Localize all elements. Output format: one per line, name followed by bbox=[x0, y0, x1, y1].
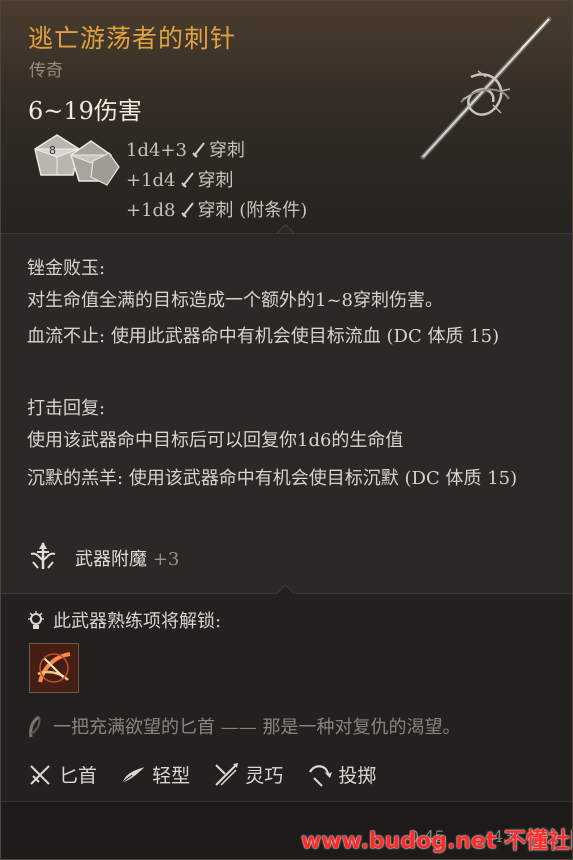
damage-dice: +1d8 bbox=[126, 200, 176, 221]
damage-line-2: +1d4 穿刺 bbox=[126, 166, 234, 192]
watermark-text: www.budog.net 不懂社区 bbox=[301, 829, 573, 854]
enchantment-value: +3 bbox=[152, 549, 180, 570]
passive-heal: 打击回复: 使用该武器命中目标后可以回复你1d6的生命值 bbox=[27, 393, 552, 457]
item-name: 逃亡游荡者的刺针 bbox=[28, 24, 237, 53]
property-dagger: 匕首 bbox=[27, 761, 97, 788]
passive-text: 对生命值全满的目标造成一个额外的1~8穿刺伤害。 bbox=[27, 290, 443, 311]
passive-label: 血流不止: bbox=[27, 326, 106, 347]
property-label: 轻型 bbox=[152, 765, 191, 787]
flavor-line: 一把充满欲望的匕首 —— 那是一种对复仇的渴望。 bbox=[53, 717, 461, 738]
dagger-icon bbox=[192, 142, 205, 158]
thrown-icon bbox=[309, 765, 333, 787]
weapon-action-icon[interactable] bbox=[29, 643, 79, 693]
damage-type: 穿刺 bbox=[197, 170, 234, 191]
dagger-icon bbox=[180, 202, 194, 218]
dagger-icon bbox=[180, 172, 194, 188]
flavor-text: 一把充满欲望的匕首 —— 那是一种对复仇的渴望。 bbox=[27, 713, 460, 739]
property-finesse: 灵巧 bbox=[213, 761, 283, 788]
passive-bleed: 血流不止: 使用此武器命中有机会使目标流血 (DC 体质 15) bbox=[27, 321, 552, 353]
damage-type: 穿刺 bbox=[208, 140, 245, 161]
feather-icon bbox=[121, 767, 145, 784]
passive-text: 使用该武器命中有机会使目标沉默 (DC 体质 15) bbox=[128, 468, 518, 489]
enchantment-icon bbox=[30, 542, 56, 569]
svg-text:8: 8 bbox=[49, 144, 56, 157]
property-light: 轻型 bbox=[120, 761, 190, 788]
damage-dice: +1d4 bbox=[126, 170, 176, 191]
proficiency-label: 此武器熟练项将解锁: bbox=[53, 611, 222, 632]
item-tooltip: 逃亡游荡者的刺针 传奇 6~19伤害 8 1d4+3 穿刺 +1d4 穿刺 +1d8… bbox=[0, 0, 573, 860]
damage-line-1: 1d4+3 穿刺 bbox=[126, 136, 245, 162]
damage-line-3: +1d8 穿刺 (附条件) bbox=[126, 196, 307, 222]
dagger-artwork-icon bbox=[420, 16, 552, 160]
tooltip-header: 逃亡游荡者的刺针 传奇 6~19伤害 8 1d4+3 穿刺 +1d4 穿刺 +1d8… bbox=[1, 1, 572, 233]
passive-text: 使用该武器命中目标后可以回复你1d6的生命值 bbox=[27, 430, 404, 451]
damage-range: 6~19伤害 bbox=[28, 97, 142, 125]
finesse-icon bbox=[215, 763, 239, 786]
passive-label: 沉默的羔羊: bbox=[27, 468, 124, 489]
property-label: 灵巧 bbox=[245, 765, 284, 787]
enchantment-label: 武器附魔 bbox=[75, 549, 147, 570]
dagger-icon bbox=[30, 765, 50, 785]
lightbulb-icon bbox=[28, 611, 44, 629]
weapon-properties: 匕首 轻型 灵巧 投掷 bbox=[27, 761, 394, 793]
item-rarity: 传奇 bbox=[29, 61, 63, 81]
dice-icon: 8 bbox=[34, 134, 120, 186]
property-label: 投掷 bbox=[338, 765, 377, 787]
passive-silence: 沉默的羔羊: 使用该武器命中有机会使目标沉默 (DC 体质 15) bbox=[27, 463, 552, 495]
damage-dice: 1d4+3 bbox=[126, 140, 187, 161]
passive-label: 打击回复: bbox=[27, 398, 106, 419]
property-thrown: 投掷 bbox=[306, 761, 376, 788]
passive-text: 使用此武器命中有机会使目标流血 (DC 体质 15) bbox=[110, 326, 500, 347]
property-label: 匕首 bbox=[59, 765, 98, 787]
quill-icon bbox=[29, 716, 41, 738]
proficiency-unlock: 此武器熟练项将解锁: bbox=[27, 607, 221, 633]
passive-goldbreaker: 锉金败玉: 对生命值全满的目标造成一个额外的1~8穿刺伤害。 bbox=[27, 253, 552, 317]
slash-action-icon bbox=[30, 644, 78, 692]
damage-type: 穿刺 (附条件) bbox=[197, 200, 308, 221]
passive-label: 锉金败玉: bbox=[27, 258, 106, 279]
